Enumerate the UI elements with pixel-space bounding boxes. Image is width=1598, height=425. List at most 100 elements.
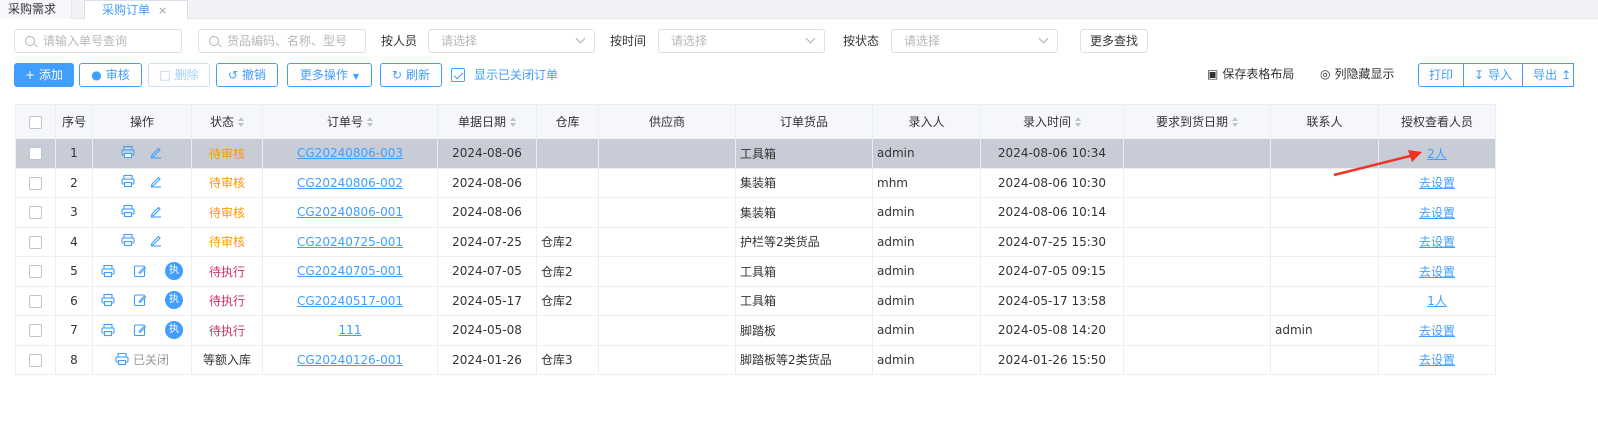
select-all-cell[interactable] (15, 104, 56, 139)
header-doc-date[interactable]: 单据日期 (437, 104, 537, 139)
print-icon[interactable] (121, 233, 135, 247)
row-select-cell[interactable] (15, 344, 56, 375)
edit-icon[interactable] (133, 323, 147, 337)
time-select-placeholder: 请选择 (671, 34, 708, 48)
header-required-date[interactable]: 要求到货日期 (1123, 104, 1271, 139)
viewers-link[interactable]: 去设置 (1419, 324, 1455, 338)
order-no-link[interactable]: CG20240725-001 (297, 235, 403, 249)
add-button[interactable]: + 添加 (14, 63, 74, 87)
print-icon[interactable] (121, 204, 135, 218)
order-search-input[interactable]: 请输入单号查询 (14, 29, 182, 53)
table-row[interactable]: 7 执待执行 111 2024-05-08 脚踏板 admin 2024-05-08 14:… (15, 315, 1496, 346)
sort-icon[interactable] (1075, 117, 1081, 127)
edit-icon[interactable] (149, 145, 163, 159)
sort-icon[interactable] (367, 117, 373, 127)
order-no-cell: CG20240705-001 (262, 256, 438, 287)
revoke-button[interactable]: ↺ 撤销 (216, 63, 278, 87)
row-checkbox[interactable] (29, 235, 42, 249)
execute-icon[interactable]: 执 (165, 320, 183, 339)
print-icon[interactable] (101, 264, 115, 278)
entered-by-cell: admin (872, 256, 981, 287)
header-entered-at[interactable]: 录入时间 (980, 104, 1124, 139)
sort-icon[interactable] (238, 117, 244, 127)
header-viewers: 授权查看人员 (1378, 104, 1496, 139)
entered-at-cell: 2024-08-06 10:34 (980, 138, 1124, 169)
header-status[interactable]: 状态 (191, 104, 263, 139)
order-no-link[interactable]: CG20240517-001 (297, 294, 403, 308)
table-row[interactable]: 8 已关闭 等额入库 CG20240126-001 2024-01-26 仓库3 脚踏板等2… (15, 344, 1496, 375)
row-select-cell[interactable] (15, 167, 56, 198)
edit-icon[interactable] (149, 174, 163, 188)
row-checkbox[interactable] (29, 176, 42, 190)
status-select[interactable]: 请选择 (891, 29, 1058, 53)
execute-icon[interactable]: 执 (165, 291, 183, 310)
order-no-link[interactable]: CG20240126-001 (297, 353, 403, 367)
row-checkbox[interactable] (29, 206, 42, 220)
table-row[interactable]: 4 待审核 CG20240725-001 2024-07-25 仓库2 护栏等2类货品 ad… (15, 226, 1496, 257)
import-button[interactable]: ↧ 导入 (1463, 63, 1524, 87)
toggle-columns-button[interactable]: ◎ 列隐藏显示 (1320, 62, 1395, 86)
more-search-button[interactable]: 更多查找 (1080, 29, 1148, 53)
order-no-link[interactable]: CG20240806-002 (297, 176, 403, 190)
print-icon[interactable] (121, 145, 135, 159)
select-all-checkbox[interactable] (29, 115, 42, 129)
edit-icon[interactable] (133, 264, 147, 278)
save-layout-button[interactable]: ▣ 保存表格布局 (1207, 62, 1294, 86)
row-select-cell[interactable] (15, 256, 56, 287)
edit-icon[interactable] (133, 293, 147, 307)
edit-icon[interactable] (149, 204, 163, 218)
viewers-link[interactable]: 去设置 (1419, 235, 1455, 249)
contact-cell (1270, 197, 1379, 228)
refresh-button[interactable]: ↻ 刷新 (380, 63, 442, 87)
time-select[interactable]: 请选择 (658, 29, 825, 53)
export-button[interactable]: 导出 ↥ (1522, 63, 1575, 87)
table-row[interactable]: 3 待审核 CG20240806-001 2024-08-06 集装箱 admin 2024… (15, 197, 1496, 228)
show-closed-checkbox[interactable] (451, 68, 465, 82)
row-select-cell[interactable] (15, 226, 56, 257)
supplier-cell (598, 344, 736, 375)
table-row[interactable]: 1 待审核 CG20240806-003 2024-08-06 工具箱 admin 2024… (15, 138, 1496, 169)
order-no-link[interactable]: CG20240806-003 (297, 146, 403, 160)
row-checkbox[interactable] (29, 265, 42, 279)
close-icon[interactable]: × (158, 4, 167, 17)
warehouse-cell: 仓库3 (536, 344, 599, 375)
table-row[interactable]: 5 执待执行 CG20240705-001 2024-07-05 仓库2 工具箱 admin… (15, 256, 1496, 287)
edit-icon[interactable] (149, 233, 163, 247)
tab-purchase-demand[interactable]: 采购需求 (0, 0, 72, 19)
row-checkbox[interactable] (29, 353, 42, 367)
goods-search-input[interactable]: 货品编码、名称、型号 (198, 29, 366, 53)
row-checkbox[interactable] (29, 294, 42, 308)
print-icon[interactable] (121, 174, 135, 188)
delete-button[interactable]: □ 删除 (148, 63, 210, 87)
order-no-link[interactable]: CG20240806-001 (297, 205, 403, 219)
viewers-link[interactable]: 去设置 (1419, 206, 1455, 220)
print-icon[interactable] (101, 293, 115, 307)
row-select-cell[interactable] (15, 315, 56, 346)
print-icon[interactable] (115, 352, 129, 366)
table-row[interactable]: 6 执待执行 CG20240517-001 2024-05-17 仓库2 工具箱 admin… (15, 285, 1496, 316)
row-select-cell[interactable] (15, 138, 56, 169)
header-order-no[interactable]: 订单号 (262, 104, 438, 139)
tab-purchase-order[interactable]: 采购订单 × (84, 0, 188, 19)
order-no-link[interactable]: CG20240705-001 (297, 264, 403, 278)
viewers-link[interactable]: 2人 (1427, 147, 1447, 161)
row-select-cell[interactable] (15, 197, 56, 228)
person-select[interactable]: 请选择 (428, 29, 595, 53)
order-no-link[interactable]: 111 (339, 323, 362, 337)
print-button[interactable]: 打印 (1418, 63, 1465, 87)
review-button[interactable]: ● 审核 (79, 63, 142, 87)
print-icon[interactable] (101, 323, 115, 337)
row-checkbox[interactable] (29, 324, 42, 338)
row-select-cell[interactable] (15, 285, 56, 316)
more-ops-button[interactable]: 更多操作 ▼ (287, 63, 372, 87)
row-checkbox[interactable] (29, 147, 42, 161)
execute-icon[interactable]: 执 (165, 261, 183, 280)
viewers-link[interactable]: 去设置 (1419, 265, 1455, 279)
viewers-link[interactable]: 1人 (1427, 294, 1447, 308)
sort-icon[interactable] (1232, 117, 1238, 127)
show-closed-label[interactable]: 显示已关闭订单 (474, 63, 558, 87)
viewers-link[interactable]: 去设置 (1419, 353, 1455, 367)
sort-icon[interactable] (510, 117, 516, 127)
table-row[interactable]: 2 待审核 CG20240806-002 2024-08-06 集装箱 mhm 2024-0… (15, 167, 1496, 198)
doc-date-cell: 2024-01-26 (437, 344, 537, 375)
